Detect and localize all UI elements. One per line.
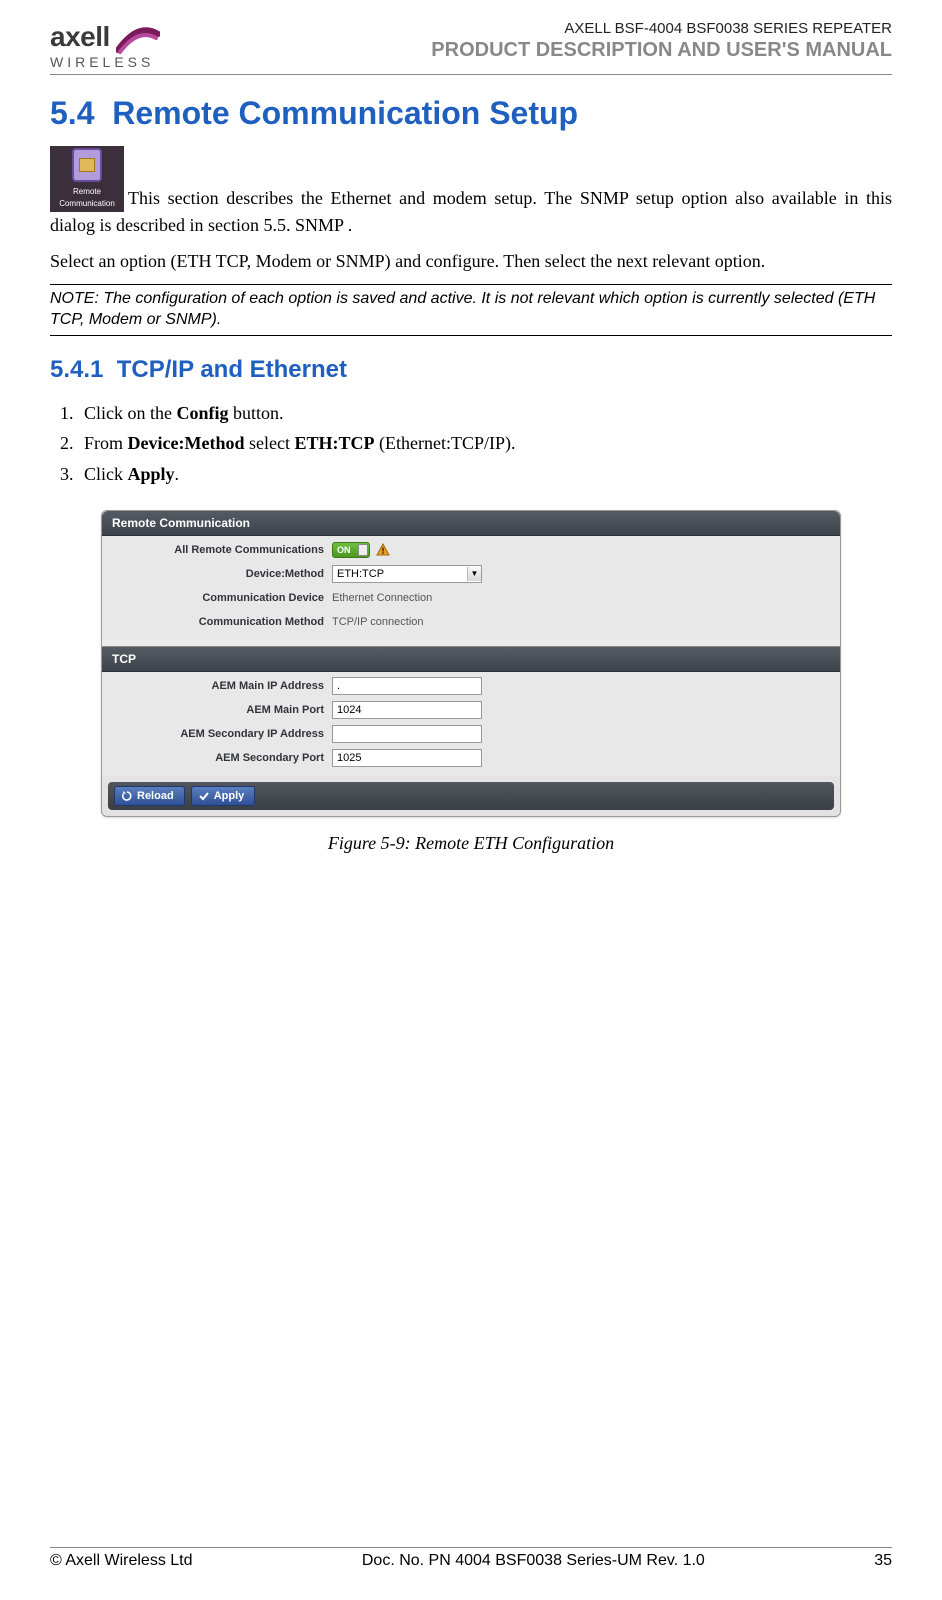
check-icon xyxy=(198,790,210,802)
main-port-input[interactable] xyxy=(332,701,482,719)
footer-left: © Axell Wireless Ltd xyxy=(50,1552,193,1570)
sim-chip-icon xyxy=(79,158,95,172)
subsection-heading: 5.4.1 TCP/IP and Ethernet xyxy=(50,356,892,384)
step-1: Click on the Config button. xyxy=(78,398,892,429)
icon-label-line2: Communication xyxy=(59,198,115,210)
section-heading: 5.4 Remote Communication Setup xyxy=(50,95,892,132)
main-ip-input[interactable] xyxy=(332,677,482,695)
logo-subtitle: WIRELESS xyxy=(50,54,154,70)
sec-ip-input[interactable] xyxy=(332,725,482,743)
main-ip-label: AEM Main IP Address xyxy=(102,680,332,692)
reload-icon xyxy=(121,790,133,802)
sec-port-input[interactable] xyxy=(332,749,482,767)
note-box: NOTE: The configuration of each option i… xyxy=(50,284,892,336)
header-title: AXELL BSF-4004 BSF0038 SERIES REPEATER P… xyxy=(431,20,892,62)
comm-device-value: Ethernet Connection xyxy=(332,592,432,604)
device-method-dropdown[interactable]: ETH:TCP ▼ xyxy=(332,565,482,583)
section-title: Remote Communication Setup xyxy=(112,95,578,131)
subsection-number: 5.4.1 xyxy=(50,356,103,383)
panel-tcp-body: AEM Main IP Address AEM Main Port AEM Se… xyxy=(102,672,840,776)
warning-icon xyxy=(376,543,390,556)
chevron-down-icon: ▼ xyxy=(467,567,481,581)
config-screenshot: Remote Communication All Remote Communic… xyxy=(101,510,841,817)
header-title-line2: PRODUCT DESCRIPTION AND USER'S MANUAL xyxy=(431,39,892,62)
page-header: axell WIRELESS AXELL BSF-4004 BSF0038 SE… xyxy=(50,20,892,75)
subsection-title: TCP/IP and Ethernet xyxy=(117,356,347,383)
panel-rc-title: Remote Communication xyxy=(102,511,840,536)
sec-ip-label: AEM Secondary IP Address xyxy=(102,728,332,740)
remote-comm-icon: Remote Communication xyxy=(50,146,124,212)
reload-button[interactable]: Reload xyxy=(114,786,185,806)
button-bar: Reload Apply xyxy=(108,782,834,810)
comm-method-value: TCP/IP connection xyxy=(332,616,424,628)
steps-list: Click on the Config button. From Device:… xyxy=(78,398,892,490)
all-comm-toggle[interactable]: ON xyxy=(332,542,370,558)
icon-label-line1: Remote xyxy=(73,186,101,198)
footer-right: 35 xyxy=(874,1552,892,1570)
footer-center: Doc. No. PN 4004 BSF0038 Series-UM Rev. … xyxy=(362,1552,705,1570)
panel-rc-body: All Remote Communications ON Device:Meth… xyxy=(102,536,840,640)
apply-button[interactable]: Apply xyxy=(191,786,256,806)
logo-text: axell xyxy=(50,21,110,53)
device-method-label: Device:Method xyxy=(102,568,332,580)
panel-tcp-title: TCP xyxy=(102,646,840,672)
page-footer: © Axell Wireless Ltd Doc. No. PN 4004 BS… xyxy=(50,1547,892,1570)
main-port-label: AEM Main Port xyxy=(102,704,332,716)
step-2: From Device:Method select ETH:TCP (Ether… xyxy=(78,428,892,459)
logo-swoosh-icon xyxy=(116,20,160,54)
comm-method-label: Communication Method xyxy=(102,616,332,628)
logo: axell WIRELESS xyxy=(50,20,160,70)
device-method-value: ETH:TCP xyxy=(337,568,384,580)
sim-card-icon xyxy=(72,148,102,182)
header-title-line1: AXELL BSF-4004 BSF0038 SERIES REPEATER xyxy=(431,20,892,37)
toggle-handle-icon xyxy=(358,544,368,556)
intro-text-2: Select an option (ETH TCP, Modem or SNMP… xyxy=(50,249,892,274)
intro-text-1: This section describes the Ethernet and … xyxy=(50,188,892,235)
section-number: 5.4 xyxy=(50,95,94,131)
step-3: Click Apply. xyxy=(78,459,892,490)
figure-caption: Figure 5-9: Remote ETH Configuration xyxy=(50,833,892,854)
sec-port-label: AEM Secondary Port xyxy=(102,752,332,764)
intro-paragraph: Remote Communication This section descri… xyxy=(50,146,892,239)
all-comm-label: All Remote Communications xyxy=(102,544,332,556)
comm-device-label: Communication Device xyxy=(102,592,332,604)
